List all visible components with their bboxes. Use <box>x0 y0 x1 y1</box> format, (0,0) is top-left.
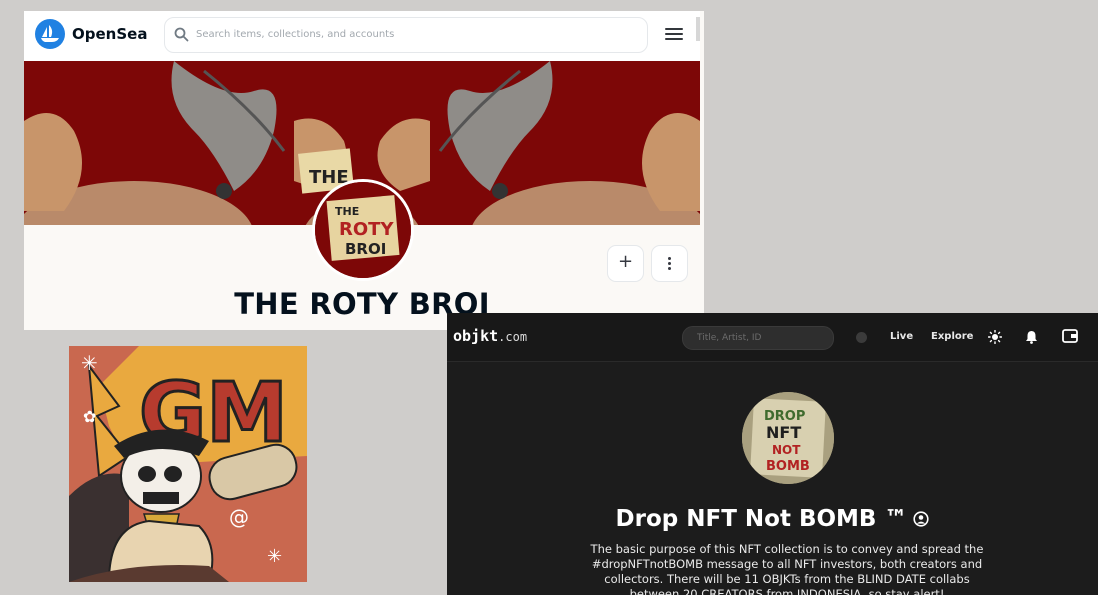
more-options-button[interactable] <box>651 245 688 282</box>
search-icon <box>174 27 189 42</box>
nav-live[interactable]: Live <box>890 331 913 342</box>
opensea-collection-page: OpenSea THE <box>24 11 704 330</box>
hamburger-menu-icon[interactable] <box>664 25 684 43</box>
objkt-collection-description: The basic purpose of this NFT collection… <box>590 542 984 595</box>
objkt-avatar-text-bomb: BOMB <box>766 459 810 474</box>
svg-text:✳: ✳ <box>81 351 98 375</box>
svg-text:✳: ✳ <box>267 546 282 567</box>
gm-artwork: GM ✳ ✳ @ ✿ <box>69 346 307 582</box>
objkt-avatar-text-nft: NFT <box>766 423 801 442</box>
collection-avatar: THE ROTY BROI <box>312 179 414 281</box>
objkt-logo-main: objkt <box>453 327 499 345</box>
status-dot-icon <box>856 332 867 343</box>
wallet-icon[interactable] <box>1062 329 1078 343</box>
sun-icon[interactable] <box>988 330 1002 344</box>
svg-text:@: @ <box>229 505 249 529</box>
opensea-logo-icon[interactable] <box>35 19 65 49</box>
opensea-brand[interactable]: OpenSea <box>72 25 147 43</box>
opensea-header: OpenSea <box>24 11 700 61</box>
objkt-collection-avatar: DROP NFT NOT BOMB <box>742 392 834 484</box>
objkt-avatar-text-drop: DROP <box>764 409 805 424</box>
opensea-search-input[interactable] <box>196 26 626 42</box>
opensea-search-bar[interactable] <box>164 17 648 53</box>
objkt-navbar: objkt.com Live Explore <box>447 313 1098 362</box>
user-circle-icon[interactable] <box>913 511 930 527</box>
avatar-text-the: THE <box>335 205 359 218</box>
plus-icon: + <box>618 251 634 272</box>
objkt-logo-domain: .com <box>498 330 528 344</box>
objkt-search-input[interactable] <box>697 331 827 345</box>
objkt-collection-title-row: Drop NFT Not BOMB ™ <box>447 506 1098 532</box>
scrollbar[interactable] <box>696 17 700 41</box>
objkt-search-bar[interactable] <box>682 326 834 350</box>
avatar-text-broi: BROI <box>345 240 386 258</box>
add-button[interactable]: + <box>607 245 644 282</box>
avatar-text-roty: ROTY <box>339 219 394 240</box>
svg-text:✿: ✿ <box>83 407 96 426</box>
objkt-avatar-text-not: NOT <box>772 443 801 457</box>
objkt-collection-title: Drop NFT Not BOMB ™ <box>615 506 908 532</box>
bell-icon[interactable] <box>1025 330 1038 344</box>
objkt-collection-page: objkt.com Live Explore <box>447 313 1098 595</box>
objkt-logo[interactable]: objkt.com <box>453 327 527 345</box>
nav-explore[interactable]: Explore <box>931 331 973 342</box>
